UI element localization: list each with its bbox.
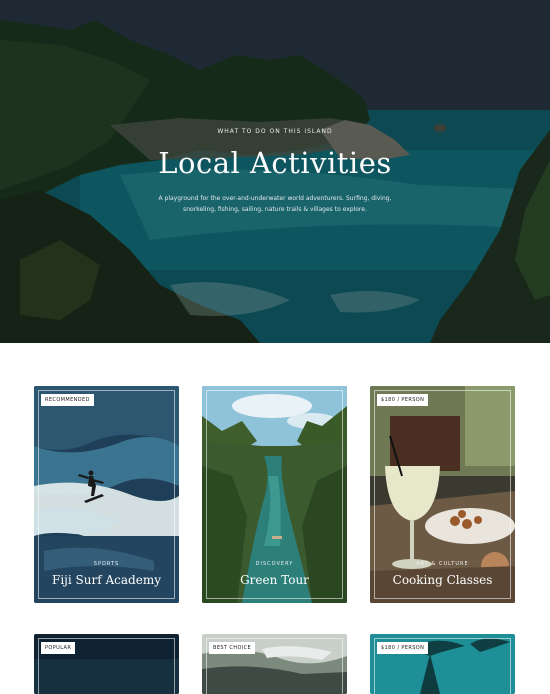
card-badge: $180 / PERSON — [377, 394, 429, 406]
hero-eyebrow: WHAT TO DO ON THIS ISLAND — [217, 128, 333, 135]
card-category: SPORTS — [93, 561, 120, 567]
hero-description: A playground for the over-and-underwater… — [158, 195, 392, 213]
activity-card-popular[interactable]: POPULAR — [34, 634, 179, 694]
card-title[interactable]: Fiji Surf Academy — [34, 573, 179, 587]
hero-title: Local Activities — [158, 146, 392, 180]
activity-card-cooking[interactable]: $180 / PERSON ART & CULTURE Cooking Clas… — [370, 386, 515, 603]
activity-card-best-choice[interactable]: BEST CHOICE — [202, 634, 347, 694]
card-title[interactable]: Cooking Classes — [370, 573, 515, 587]
activity-card-green-tour[interactable]: DISCOVERY Green Tour — [202, 386, 347, 603]
activity-card-surf[interactable]: RECOMMENDED SPORTS Fiji Surf Academy — [34, 386, 179, 603]
activity-card-palm[interactable]: $180 / PERSON — [370, 634, 515, 694]
card-title[interactable]: Green Tour — [202, 573, 347, 587]
card-frame — [38, 390, 175, 599]
hero-section: WHAT TO DO ON THIS ISLAND Local Activiti… — [0, 0, 550, 343]
card-badge: BEST CHOICE — [209, 642, 256, 654]
card-frame — [374, 390, 511, 599]
card-category: ART & CULTURE — [416, 561, 469, 567]
card-frame — [206, 390, 343, 599]
card-badge: RECOMMENDED — [41, 394, 94, 406]
activities-grid: RECOMMENDED SPORTS Fiji Surf Academy DIS… — [0, 343, 550, 694]
card-badge: POPULAR — [41, 642, 76, 654]
card-category: DISCOVERY — [255, 561, 294, 567]
card-badge: $180 / PERSON — [377, 642, 429, 654]
